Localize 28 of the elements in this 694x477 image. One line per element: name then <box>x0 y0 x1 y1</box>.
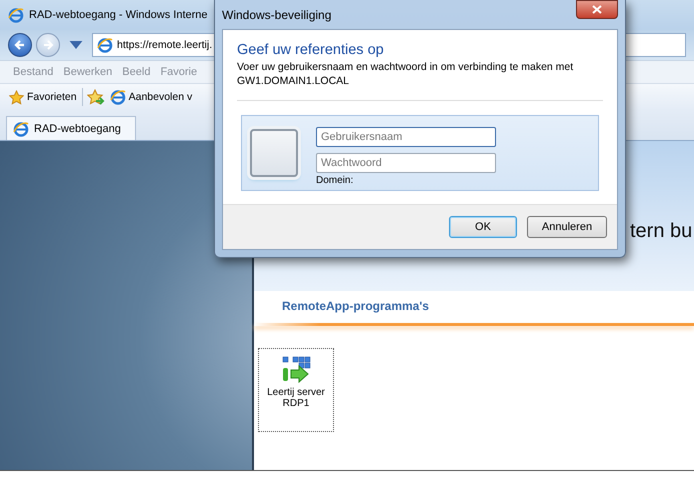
arrow-right-icon <box>42 39 54 51</box>
input-field[interactable]: Gebruikersnaam <box>316 126 496 146</box>
suggested-sites-button[interactable]: Aanbevolen v <box>108 88 194 106</box>
back-button[interactable] <box>8 33 32 57</box>
user-tile-icon <box>250 129 298 177</box>
dialog-title: Windows-beveiliging <box>222 8 332 22</box>
app-tile[interactable]: Leertij server RDP1 <box>258 348 334 432</box>
favorites-button[interactable]: Favorieten <box>8 88 78 106</box>
window-title: RAD-webtoegang - Windows Interne <box>29 9 208 21</box>
section-title: RemoteApp-programma's <box>281 298 430 315</box>
page-heading: tern bu <box>630 220 692 242</box>
dialog-button[interactable]: OK <box>449 216 517 238</box>
dialog-heading: Geef uw referenties op <box>237 42 385 58</box>
ie-logo-icon <box>8 7 24 23</box>
input-field[interactable]: Wachtwoord <box>316 152 496 172</box>
remote-app-icon <box>281 355 311 383</box>
domain-label: Domein: <box>316 174 354 186</box>
ie-logo-icon <box>110 89 126 105</box>
arrow-left-icon <box>14 39 26 51</box>
close-button[interactable] <box>576 0 618 19</box>
dialog-button[interactable]: Annuleren <box>527 216 607 238</box>
page-icon <box>97 37 113 53</box>
tab-ie-icon <box>13 120 29 136</box>
close-icon <box>592 5 602 14</box>
dialog-message: Voer uw gebruikersnaam en wachtwoord in om verbinding te maken met GW1.DOMAIN1.LOCAL <box>237 60 574 88</box>
star-icon <box>9 90 24 104</box>
add-favorite-icon[interactable] <box>86 89 105 105</box>
browser-tab[interactable]: RAD-webtoegang <box>6 116 136 140</box>
